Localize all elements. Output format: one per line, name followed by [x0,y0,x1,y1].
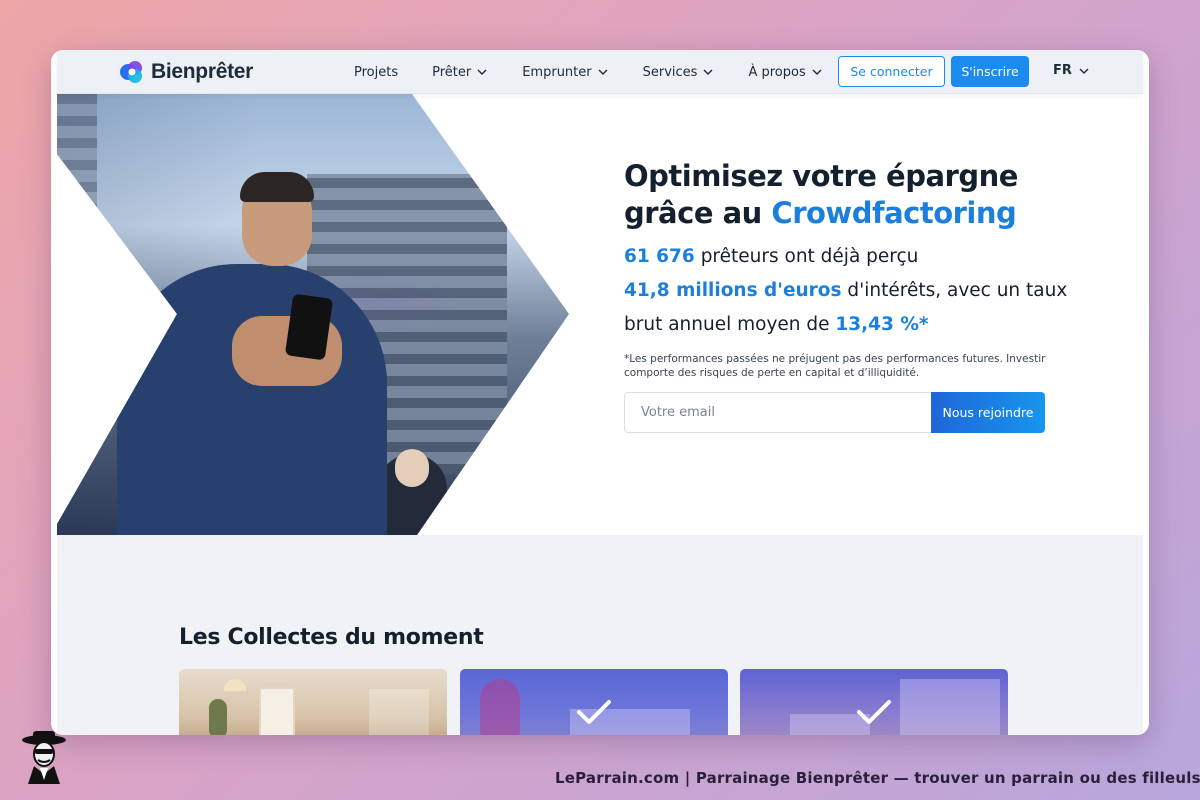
chevron-down-icon [477,69,487,75]
lenders-text: prêteurs ont déjà perçu [694,246,919,267]
bienpreter-logo-icon [120,61,142,83]
nav-label: À propos [748,64,806,80]
chevron-down-icon [703,69,713,75]
hero-title-line2: grâce au Crowdfactoring [624,195,1104,232]
interest-amount: 41,8 millions d'euros [624,280,842,301]
hero-title: Optimisez votre épargne grâce au Crowdfa… [624,158,1104,232]
collecte-card[interactable] [740,669,1008,735]
average-rate: 13,43 %* [835,314,929,335]
collecte-card[interactable] [179,669,447,735]
chevron-down-icon [1079,68,1089,74]
hero-title-accent: Crowdfactoring [771,196,1017,230]
nav-item-emprunter[interactable]: Emprunter [522,65,608,80]
nav-label: Prêter [432,64,472,80]
check-icon [857,700,891,724]
hero-title-line1: Optimisez votre épargne [624,159,1018,193]
nav-item-preter[interactable]: Prêter [432,65,488,80]
language-selector[interactable]: FR [1053,63,1090,78]
collectes-section: Les Collectes du moment [57,535,1143,735]
hero-image [57,94,569,535]
section-title: Les Collectes du moment [179,625,484,650]
signup-button[interactable]: S'inscrire [951,56,1029,87]
hero-stats: 61 676 prêteurs ont déjà perçu 41,8 mill… [624,240,1094,342]
nav-item-projets[interactable]: Projets [354,65,398,80]
brand-name: Bienprêter [151,60,254,83]
brand-logo[interactable]: Bienprêter [119,59,253,85]
performance-disclaimer: *Les performances passées ne préjugent p… [624,353,1046,379]
nav-label: Emprunter [522,64,592,80]
nav-item-a-propos[interactable]: À propos [748,65,822,80]
chevron-down-icon [812,69,822,75]
nav-item-services[interactable]: Services [643,65,715,80]
nav-label: Services [642,64,698,80]
top-nav: Bienprêter Projets Prêter Emprunter Serv… [57,50,1143,94]
collecte-card[interactable] [460,669,728,735]
login-button[interactable]: Se connecter [838,56,945,87]
browser-window: Bienprêter Projets Prêter Emprunter Serv… [51,50,1149,735]
language-label: FR [1053,63,1072,78]
email-input[interactable]: Votre email [624,392,932,433]
chevron-down-icon [598,69,608,75]
lenders-count: 61 676 [624,246,695,267]
check-icon [577,700,611,724]
hero-title-prefix: grâce au [624,196,772,230]
nav-links: Projets Prêter Emprunter Services À prop… [354,50,857,94]
mascot-icon [22,731,66,784]
join-button[interactable]: Nous rejoindre [931,392,1045,433]
nav-label: Projets [354,64,399,80]
credit-caption: LeParrain.com | Parrainage Bienprêter — … [555,769,1200,787]
